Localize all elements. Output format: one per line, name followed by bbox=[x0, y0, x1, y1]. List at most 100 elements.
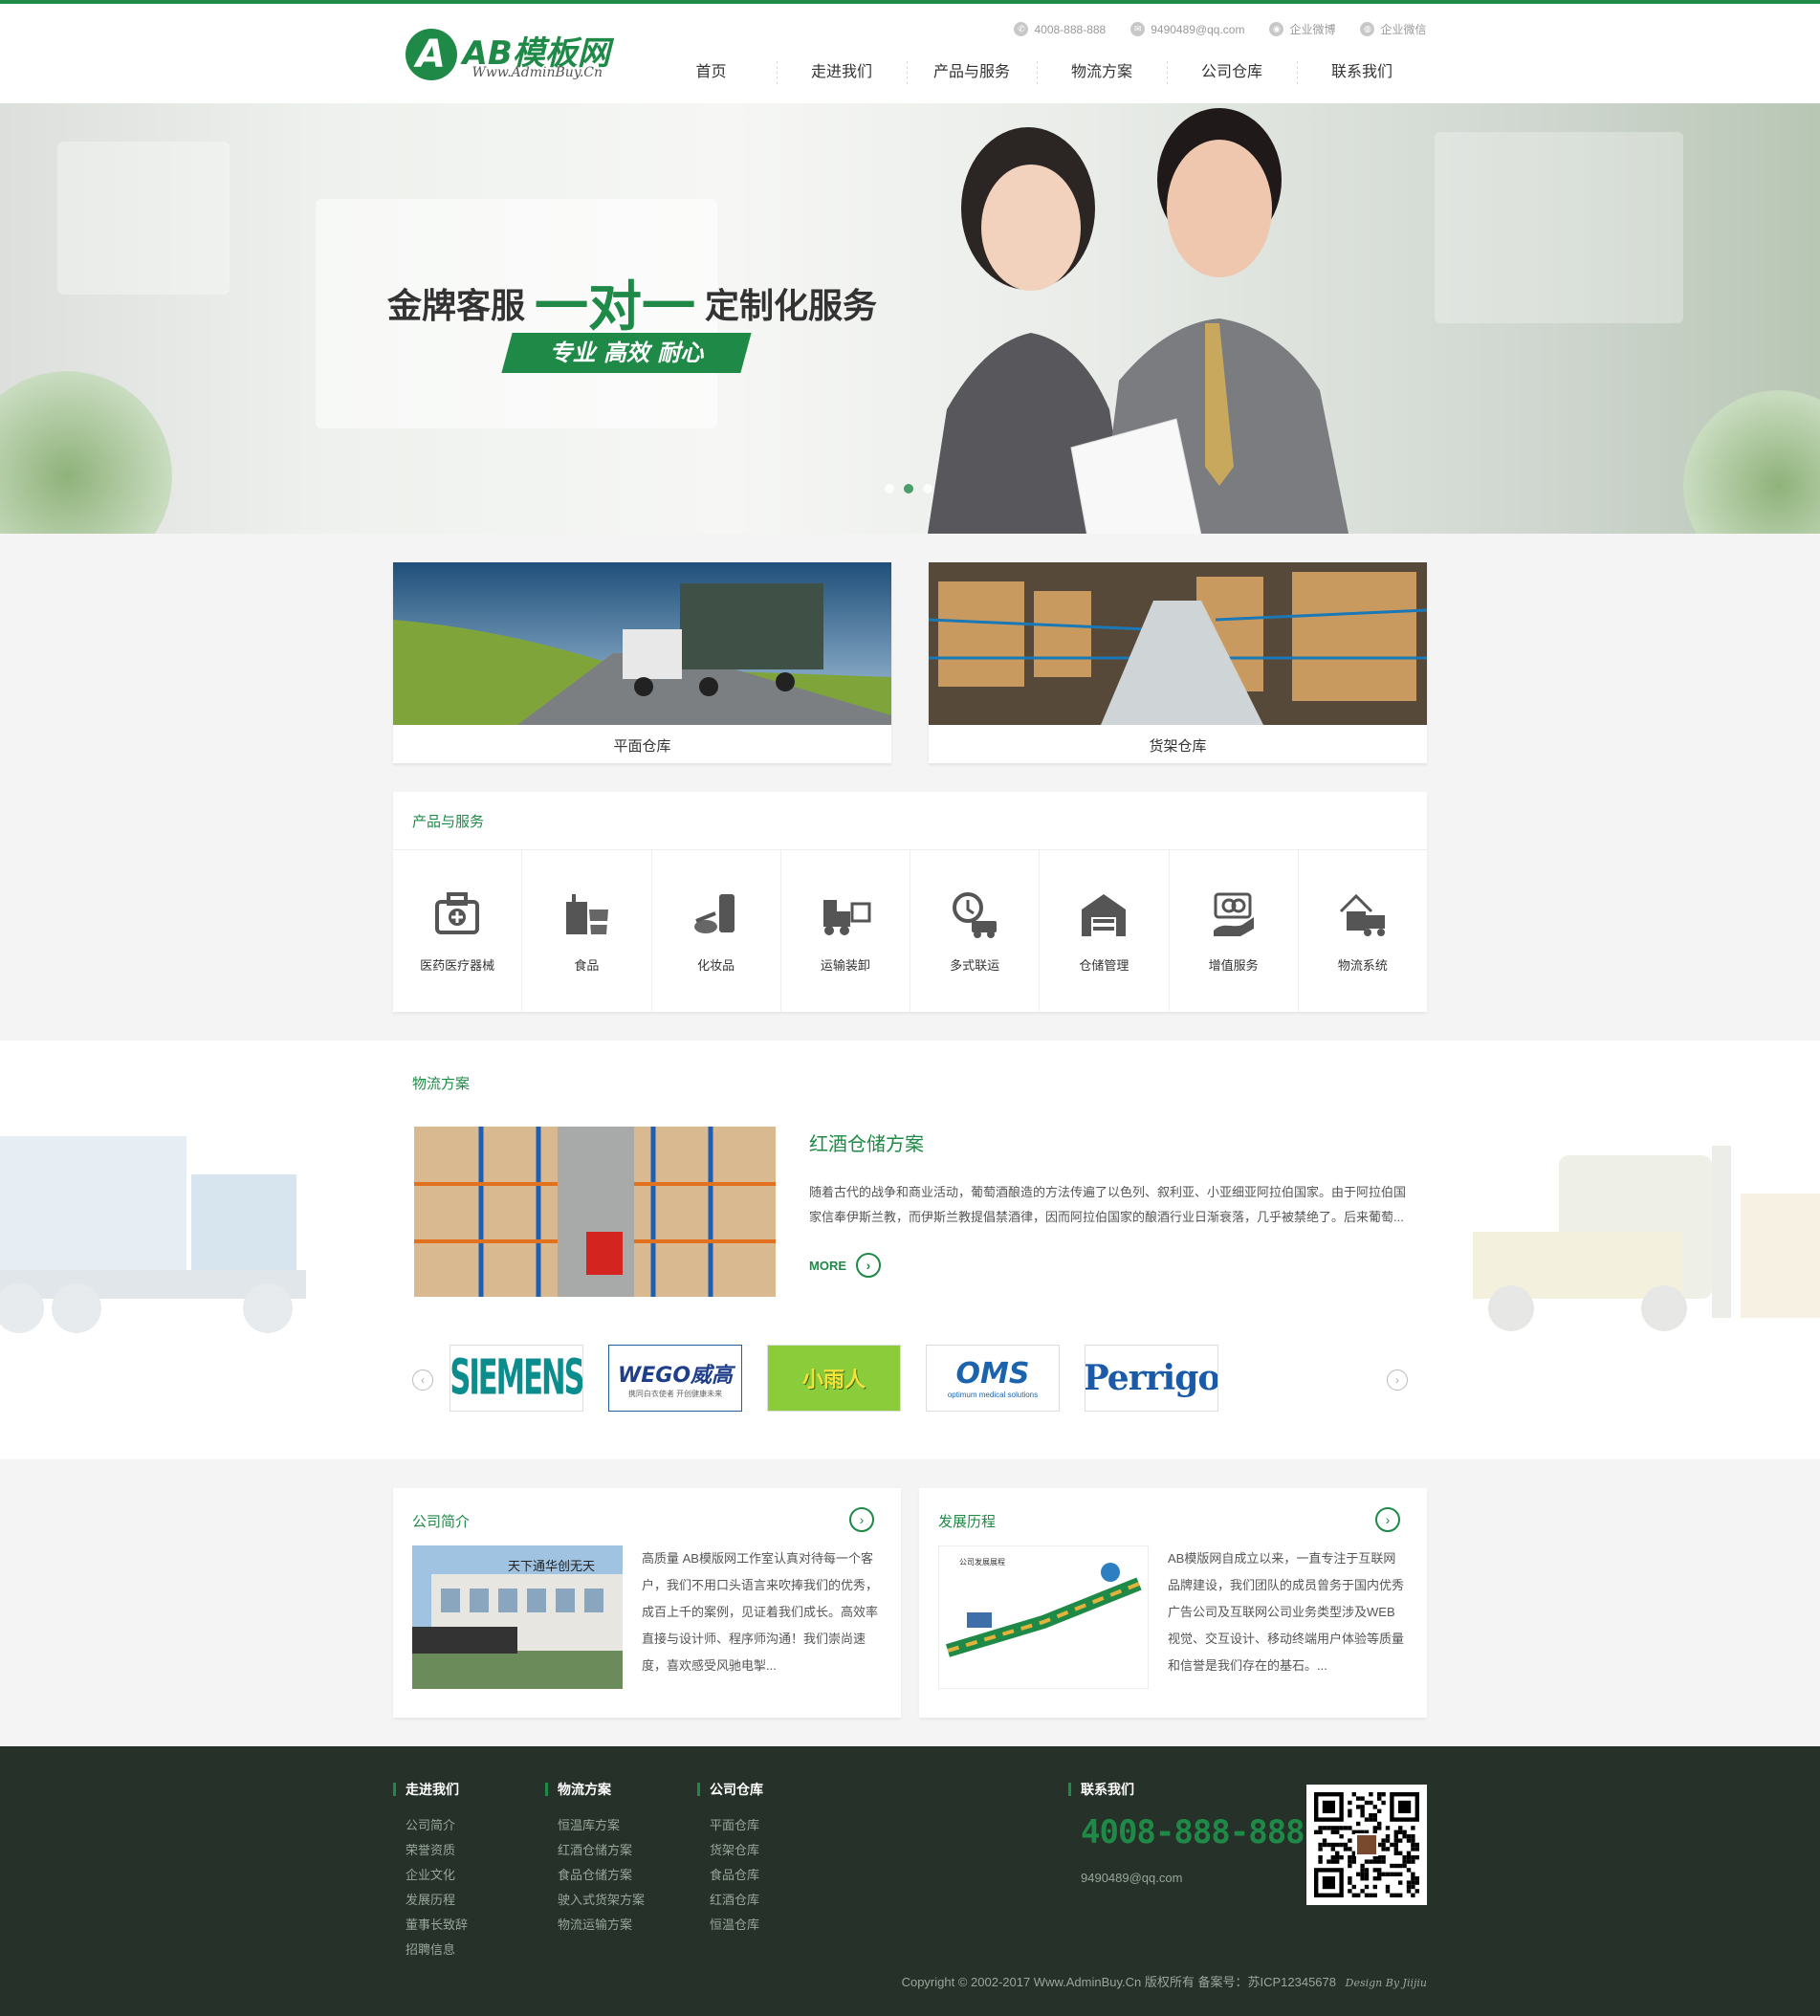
service-item[interactable]: 增值服务 bbox=[1168, 850, 1298, 1012]
footer-link[interactable]: 货架仓库 bbox=[697, 1838, 763, 1863]
banner-tagline-text: 专业 高效 耐心 bbox=[549, 340, 704, 366]
partners-next-arrow[interactable]: › bbox=[1387, 1370, 1408, 1391]
partner-name: WEGO威高 bbox=[617, 1363, 734, 1388]
slider-dots bbox=[885, 484, 932, 493]
qr-code-image bbox=[1314, 1792, 1419, 1897]
bg-forklift-illustration bbox=[1473, 1146, 1820, 1331]
top-link-label: 4008-888-888 bbox=[1034, 22, 1107, 36]
footer-link[interactable]: 红酒仓储方案 bbox=[545, 1838, 645, 1863]
top-link-label: 企业微博 bbox=[1289, 23, 1336, 36]
warehouse-card-flat[interactable]: 平面仓库 bbox=[393, 562, 891, 763]
footer-col-title: 物流方案 bbox=[545, 1783, 645, 1796]
partner-logo-frog[interactable]: 小雨人 bbox=[767, 1345, 901, 1412]
banner-title-left: 金牌客服 bbox=[387, 286, 526, 326]
chevron-right-icon[interactable]: › bbox=[849, 1507, 874, 1532]
banner-title-right: 定制化服务 bbox=[705, 286, 878, 326]
nav-item[interactable]: 首页 bbox=[647, 61, 777, 84]
nav-item[interactable]: 产品与服务 bbox=[906, 61, 1037, 84]
section-title: 物流方案 bbox=[412, 1076, 471, 1092]
top-link-label: 9490489@qq.com bbox=[1151, 22, 1245, 36]
service-item[interactable]: 多式联运 bbox=[910, 850, 1039, 1012]
footer-link[interactable]: 恒温库方案 bbox=[545, 1813, 645, 1838]
bg-truck-illustration bbox=[0, 1136, 306, 1333]
partner-name: 小雨人 bbox=[801, 1369, 866, 1392]
partner-logo-oms[interactable]: OMS optimum medical solutions bbox=[926, 1345, 1060, 1412]
footer-link[interactable]: 公司简介 bbox=[393, 1813, 468, 1838]
history-box: 发展历程 › 公司发展展程 AB模版网自成立以来，一直专注于互联网品牌建设，我们… bbox=[919, 1488, 1427, 1718]
site-header: A AB模板网 Www.AdminBuy.Cn ✆ 4008-888-888 ✉ 94… bbox=[0, 4, 1820, 103]
footer-col-title: 联系我们 bbox=[1068, 1783, 1134, 1796]
partner-logo-siemens[interactable]: SIEMENS bbox=[450, 1345, 583, 1412]
copyright-text: Copyright © 2002-2017 Www.AdminBuy.Cn 版权… bbox=[901, 1975, 1336, 1989]
footer-email[interactable]: 9490489@qq.com bbox=[1081, 1871, 1182, 1885]
top-link[interactable]: ✉ 9490489@qq.com bbox=[1130, 21, 1244, 37]
case-title[interactable]: 红酒仓储方案 bbox=[809, 1129, 924, 1156]
case-image[interactable] bbox=[414, 1127, 776, 1297]
top-contact-links: ✆ 4008-888-888 ✉ 9490489@qq.com ◉ 企业微博 ◍ 企业微信 bbox=[1014, 21, 1427, 37]
footer-link[interactable]: 招聘信息 bbox=[393, 1938, 468, 1962]
service-name: 食品 bbox=[574, 958, 600, 973]
case-description: 随着古代的战争和商业活动，葡萄酒酿造的方法传遍了以色列、叙利亚、小亚细亚阿拉伯国… bbox=[809, 1185, 1407, 1224]
service-item[interactable]: 物流系统 bbox=[1297, 850, 1427, 1012]
nav-item[interactable]: 联系我们 bbox=[1296, 61, 1427, 84]
partners-prev-arrow[interactable]: ‹ bbox=[412, 1370, 433, 1391]
phone-icon: ✆ bbox=[1014, 22, 1029, 36]
footer-col-about: 走进我们 公司简介 荣誉资质 企业文化 发展历程 董事长致辞 招聘信息 bbox=[393, 1783, 468, 1962]
about-row: 公司简介 › 天下通华创无天 高质量 AB模版网工作室认真对待每一个客户，我们不… bbox=[393, 1488, 1427, 1718]
chevron-right-icon[interactable]: › bbox=[1375, 1507, 1400, 1532]
history-timeline-image[interactable]: 公司发展展程 bbox=[938, 1545, 1149, 1689]
history-text: AB模版网自成立以来，一直专注于互联网品牌建设，我们团队的成员曾务于国内优秀广告… bbox=[1168, 1551, 1405, 1673]
footer-link[interactable]: 发展历程 bbox=[393, 1888, 468, 1913]
company-building-image[interactable]: 天下通华创无天 bbox=[412, 1545, 623, 1689]
footer-link[interactable]: 企业文化 bbox=[393, 1863, 468, 1888]
service-item[interactable]: 运输装卸 bbox=[779, 850, 910, 1012]
partner-logo-perrigo[interactable]: Perrigo bbox=[1085, 1345, 1218, 1412]
slider-dot-active[interactable] bbox=[904, 484, 913, 493]
medical-kit-icon bbox=[431, 888, 483, 940]
company-intro-text: 高质量 AB模版网工作室认真对待每一个客户，我们不用口头语言来吹捧我们的优秀，成… bbox=[642, 1551, 879, 1673]
service-item[interactable]: 食品 bbox=[521, 850, 650, 1012]
nav-item[interactable]: 物流方案 bbox=[1036, 61, 1167, 84]
partner-logo-wego[interactable]: WEGO威高 携同白衣使者 开创健康未来 bbox=[608, 1345, 742, 1412]
warehouse-card-shelf[interactable]: 货架仓库 bbox=[928, 562, 1428, 763]
banner-title-mid: 一对一 bbox=[535, 276, 696, 339]
warehouse-label: 平面仓库 bbox=[613, 738, 671, 755]
mail-icon: ✉ bbox=[1130, 22, 1146, 36]
partner-tagline: optimum medical solutions bbox=[947, 1391, 1039, 1399]
service-item[interactable]: 仓储管理 bbox=[1039, 850, 1168, 1012]
footer-link[interactable]: 董事长致辞 bbox=[393, 1913, 468, 1938]
footer-link[interactable]: 红酒仓库 bbox=[697, 1888, 763, 1913]
shelf-warehouse-image bbox=[928, 562, 1428, 725]
footer-link[interactable]: 食品仓储方案 bbox=[545, 1863, 645, 1888]
top-link[interactable]: ◉ 企业微博 bbox=[1269, 21, 1335, 37]
service-item[interactable]: 医药医疗器械 bbox=[393, 850, 521, 1012]
banner-tagline: 专业 高效 耐心 bbox=[501, 333, 752, 373]
section-title: 发展历程 bbox=[938, 1514, 997, 1530]
logo-mark: A bbox=[405, 29, 457, 80]
footer-link[interactable]: 食品仓库 bbox=[697, 1863, 763, 1888]
partner-logos: SIEMENS WEGO威高 携同白衣使者 开创健康未来 小雨人 OMS opt… bbox=[450, 1345, 1218, 1412]
partner-name: OMS bbox=[955, 1357, 1030, 1391]
top-link[interactable]: ◍ 企业微信 bbox=[1360, 21, 1427, 37]
nav-item[interactable]: 公司仓库 bbox=[1166, 61, 1297, 84]
company-intro-box: 公司简介 › 天下通华创无天 高质量 AB模版网工作室认真对待每一个客户，我们不… bbox=[393, 1488, 901, 1718]
more-link[interactable]: MORE › bbox=[809, 1253, 881, 1278]
slider-dot[interactable] bbox=[885, 484, 894, 493]
truck-image bbox=[393, 562, 891, 725]
footer-link[interactable]: 荣誉资质 bbox=[393, 1838, 468, 1863]
site-logo[interactable]: A AB模板网 Www.AdminBuy.Cn bbox=[405, 29, 635, 82]
top-link[interactable]: ✆ 4008-888-888 bbox=[1014, 21, 1106, 37]
service-item[interactable]: 化妆品 bbox=[650, 850, 780, 1012]
slider-dot[interactable] bbox=[923, 484, 932, 493]
footer-link[interactable]: 平面仓库 bbox=[697, 1813, 763, 1838]
nav-item[interactable]: 走进我们 bbox=[776, 61, 907, 84]
multimodal-icon bbox=[949, 888, 1000, 940]
footer-link[interactable]: 驶入式货架方案 bbox=[545, 1888, 645, 1913]
footer-phone: 4008-888-888 bbox=[1081, 1813, 1305, 1852]
forklift-icon bbox=[820, 888, 871, 940]
footer-link[interactable]: 物流运输方案 bbox=[545, 1913, 645, 1938]
service-name: 多式联运 bbox=[950, 958, 1000, 973]
wechat-icon: ◍ bbox=[1360, 22, 1375, 36]
footer-link[interactable]: 恒温仓库 bbox=[697, 1913, 763, 1938]
logistics-section: 物流方案 红酒仓储方案 随着古代的战争和商业活动，葡萄酒酿造的方法传遍了以色列、… bbox=[0, 1041, 1820, 1459]
